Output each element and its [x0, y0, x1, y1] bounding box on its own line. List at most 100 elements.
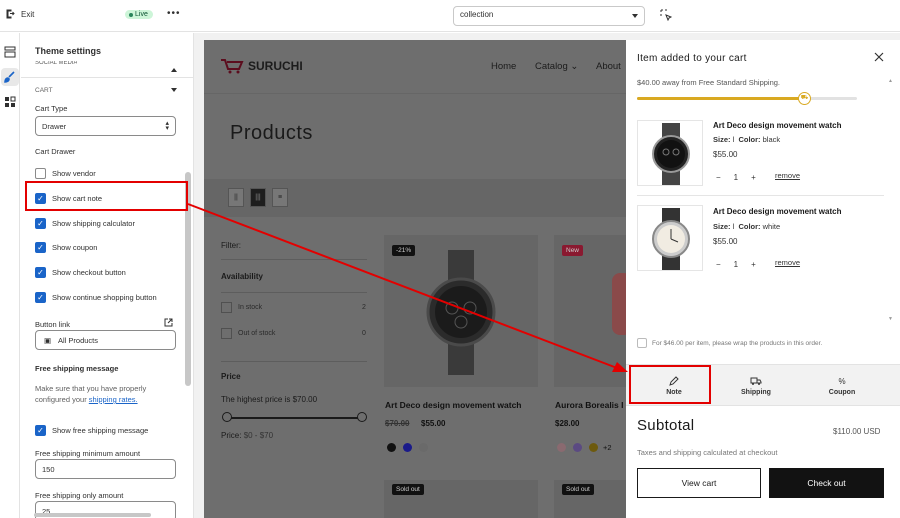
- color-swatch[interactable]: [557, 443, 566, 452]
- color-swatch[interactable]: [573, 443, 582, 452]
- show-vendor-checkbox[interactable]: Show vendor: [35, 168, 96, 179]
- price-min-handle[interactable]: [222, 412, 232, 422]
- chevron-up-icon[interactable]: [171, 65, 177, 72]
- coupon-tab[interactable]: % Coupon: [797, 365, 887, 407]
- color-swatch[interactable]: [387, 443, 396, 452]
- checkbox-label: Show vendor: [52, 169, 96, 178]
- price-range-value: $0 - $70: [243, 431, 274, 440]
- cart-drawer-heading: Cart Drawer: [35, 147, 76, 156]
- theme-settings-panel: Theme settings SOCIAL MEDIA CART Cart Ty…: [21, 33, 194, 518]
- scroll-down-icon[interactable]: ▼: [888, 316, 893, 322]
- gift-wrap-checkbox[interactable]: For $46.00 per item, please wrap the pro…: [637, 338, 822, 348]
- view-cart-button[interactable]: View cart: [637, 468, 761, 498]
- button-link-input[interactable]: ▣ All Products: [35, 330, 176, 350]
- cart-item-title[interactable]: Art Deco design movement watch: [713, 121, 841, 130]
- show-shipping-calculator-checkbox[interactable]: ✓ Show shipping calculator: [35, 218, 135, 229]
- close-icon[interactable]: [874, 52, 884, 62]
- checkmark-icon: ✓: [35, 292, 46, 303]
- chevron-down-icon[interactable]: [171, 88, 177, 95]
- exit-icon: [6, 9, 15, 19]
- cart-type-select[interactable]: Drawer ▴ ▾: [35, 116, 176, 136]
- in-stock-label: In stock: [238, 304, 263, 311]
- price-range-slider[interactable]: [226, 417, 362, 419]
- gift-wrap-label: For $46.00 per item, please wrap the pro…: [652, 339, 823, 347]
- note-tab[interactable]: Note: [629, 365, 719, 407]
- more-swatches[interactable]: +2: [603, 443, 612, 452]
- min-amount-input[interactable]: 150: [35, 459, 176, 479]
- checkout-button[interactable]: Check out: [769, 468, 884, 498]
- nav-about[interactable]: About: [596, 61, 621, 72]
- truck-icon: ⛟: [798, 92, 811, 105]
- quantity-value[interactable]: 1: [734, 260, 738, 269]
- subtotal-value: $110.00 USD: [833, 427, 881, 436]
- model-image: [612, 273, 626, 335]
- coupon-tab-label: Coupon: [828, 388, 856, 396]
- logo-text: SURUCHI: [248, 59, 303, 73]
- minus-button[interactable]: −: [716, 260, 721, 269]
- truck-icon: [750, 377, 762, 385]
- grid-2-view-button[interactable]: ||: [228, 188, 244, 207]
- sidebar-scrollbar[interactable]: [185, 172, 191, 386]
- store-logo[interactable]: SURUCHI: [220, 58, 303, 74]
- minus-button[interactable]: −: [716, 173, 721, 182]
- nav-home[interactable]: Home: [491, 61, 516, 72]
- list-view-button[interactable]: ≡: [272, 188, 288, 207]
- in-stock-checkbox[interactable]: [221, 302, 232, 313]
- grid-3-view-button[interactable]: |||: [250, 188, 266, 207]
- checkmark-icon: ✓: [35, 267, 46, 278]
- color-swatch[interactable]: [589, 443, 598, 452]
- cart-item-price: $55.00: [713, 150, 738, 159]
- sidebar-hscrollbar[interactable]: [34, 513, 151, 517]
- quantity-value[interactable]: 1: [734, 173, 738, 182]
- checkbox-label: Show continue shopping button: [52, 293, 157, 302]
- color-swatch[interactable]: [403, 443, 412, 452]
- product-title[interactable]: Aurora Borealis I: [555, 400, 624, 410]
- sold-out-badge: Sold out: [562, 484, 594, 495]
- note-tab-label: Note: [666, 389, 682, 396]
- only-amount-label: Free shipping only amount: [35, 491, 124, 500]
- out-of-stock-checkbox[interactable]: [221, 328, 232, 339]
- show-cart-note-checkbox[interactable]: ✓ Show cart note: [35, 193, 102, 204]
- show-free-shipping-checkbox[interactable]: ✓ Show free shipping message: [35, 425, 148, 436]
- cart-type-label: Cart Type: [35, 104, 68, 113]
- shipping-tab[interactable]: Shipping: [711, 365, 801, 407]
- template-select[interactable]: collection: [453, 6, 645, 26]
- remove-link[interactable]: remove: [775, 171, 800, 180]
- color-swatch[interactable]: [419, 443, 428, 452]
- plus-button[interactable]: +: [751, 260, 756, 269]
- sold-out-badge: Sold out: [392, 484, 424, 495]
- shipping-progress-fill: [637, 97, 805, 100]
- price-max-handle[interactable]: [357, 412, 367, 422]
- editor-topbar: Exit Live ••• collection: [0, 0, 900, 32]
- sections-icon[interactable]: [4, 46, 16, 58]
- cart-item-image[interactable]: [637, 205, 703, 271]
- apps-icon[interactable]: [4, 96, 16, 108]
- product-card-2[interactable]: [554, 235, 626, 387]
- template-select-value: collection: [460, 10, 494, 19]
- more-actions-button[interactable]: •••: [167, 8, 181, 19]
- exit-label: Exit: [21, 9, 35, 19]
- show-checkout-button-checkbox[interactable]: ✓ Show checkout button: [35, 267, 126, 278]
- product-title[interactable]: Art Deco design movement watch: [385, 400, 522, 410]
- external-link-icon[interactable]: [164, 318, 173, 327]
- exit-button[interactable]: Exit: [6, 9, 34, 19]
- availability-filter-header[interactable]: Availability: [221, 272, 263, 281]
- price-range-label: Price:: [221, 431, 242, 440]
- product-card-1[interactable]: [384, 235, 538, 387]
- free-shipping-help: Make sure that you have properly: [35, 384, 147, 393]
- social-media-section-header[interactable]: SOCIAL MEDIA: [35, 61, 77, 67]
- cart-section-header[interactable]: CART: [35, 87, 53, 94]
- shipping-rates-link[interactable]: shipping rates.: [89, 395, 138, 404]
- inspector-icon[interactable]: [660, 9, 672, 21]
- scroll-up-icon[interactable]: ▲: [888, 78, 893, 84]
- show-coupon-checkbox[interactable]: ✓ Show coupon: [35, 242, 97, 253]
- price-filter-header[interactable]: Price: [221, 372, 241, 381]
- plus-button[interactable]: +: [751, 173, 756, 182]
- discount-badge: -21%: [392, 245, 416, 256]
- remove-link[interactable]: remove: [775, 258, 800, 267]
- cart-item-title[interactable]: Art Deco design movement watch: [713, 207, 841, 216]
- checkbox-label: Show shipping calculator: [52, 219, 135, 228]
- cart-item-image[interactable]: [637, 120, 703, 186]
- show-continue-shopping-checkbox[interactable]: ✓ Show continue shopping button: [35, 292, 157, 303]
- nav-catalog[interactable]: Catalog ⌄: [535, 61, 578, 72]
